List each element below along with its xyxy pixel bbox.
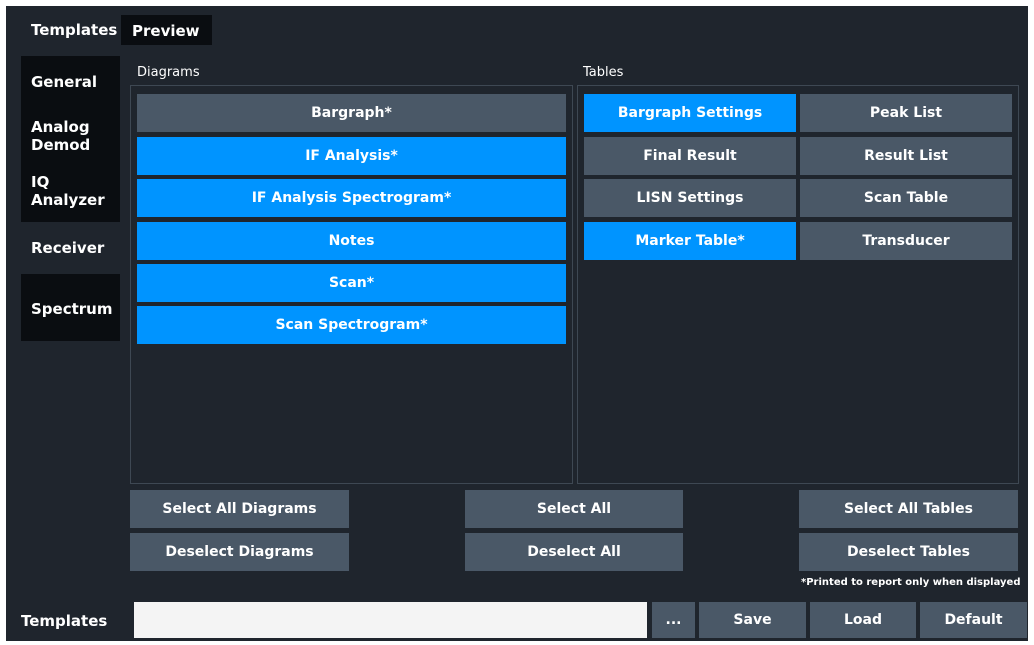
template-name-input[interactable] bbox=[134, 602, 647, 638]
tables-label: Tables bbox=[583, 65, 624, 80]
select-all-button[interactable]: Select All bbox=[465, 490, 683, 528]
table-result-list[interactable]: Result List bbox=[800, 137, 1012, 175]
table-final-result[interactable]: Final Result bbox=[584, 137, 796, 175]
side-tab-spectrum[interactable]: Spectrum bbox=[21, 278, 117, 340]
deselect-all-button[interactable]: Deselect All bbox=[465, 533, 683, 571]
side-tab-analog-demod[interactable]: Analog Demod bbox=[21, 110, 117, 162]
save-button[interactable]: Save bbox=[699, 602, 806, 638]
load-button[interactable]: Load bbox=[810, 602, 916, 638]
diagram-if-analysis-spectrogram[interactable]: IF Analysis Spectrogram* bbox=[137, 179, 566, 217]
table-bargraph-settings[interactable]: Bargraph Settings bbox=[584, 94, 796, 132]
diagram-scan[interactable]: Scan* bbox=[137, 264, 566, 302]
templates-footer-label: Templates bbox=[21, 612, 108, 630]
table-marker-table[interactable]: Marker Table* bbox=[584, 222, 796, 260]
diagram-bargraph[interactable]: Bargraph* bbox=[137, 94, 566, 132]
table-peak-list[interactable]: Peak List bbox=[800, 94, 1012, 132]
diagram-if-analysis[interactable]: IF Analysis* bbox=[137, 137, 566, 175]
diagram-notes[interactable]: Notes bbox=[137, 222, 566, 260]
tab-templates[interactable]: Templates bbox=[21, 15, 121, 45]
diagrams-label: Diagrams bbox=[137, 65, 200, 80]
select-all-tables-button[interactable]: Select All Tables bbox=[799, 490, 1018, 528]
default-button[interactable]: Default bbox=[920, 602, 1027, 638]
table-scan-table[interactable]: Scan Table bbox=[800, 179, 1012, 217]
browse-button[interactable]: ... bbox=[652, 602, 695, 638]
deselect-tables-button[interactable]: Deselect Tables bbox=[799, 533, 1018, 571]
side-tab-receiver[interactable]: Receiver bbox=[21, 222, 120, 274]
side-tab-general[interactable]: General bbox=[21, 58, 117, 106]
diagram-scan-spectrogram[interactable]: Scan Spectrogram* bbox=[137, 306, 566, 344]
deselect-diagrams-button[interactable]: Deselect Diagrams bbox=[130, 533, 349, 571]
side-tab-iq-analyzer[interactable]: IQ Analyzer bbox=[21, 165, 117, 217]
tab-preview[interactable]: Preview bbox=[121, 15, 212, 45]
select-all-diagrams-button[interactable]: Select All Diagrams bbox=[130, 490, 349, 528]
print-note: *Printed to report only when displayed bbox=[801, 577, 1021, 588]
table-lisn-settings[interactable]: LISN Settings bbox=[584, 179, 796, 217]
table-transducer[interactable]: Transducer bbox=[800, 222, 1012, 260]
